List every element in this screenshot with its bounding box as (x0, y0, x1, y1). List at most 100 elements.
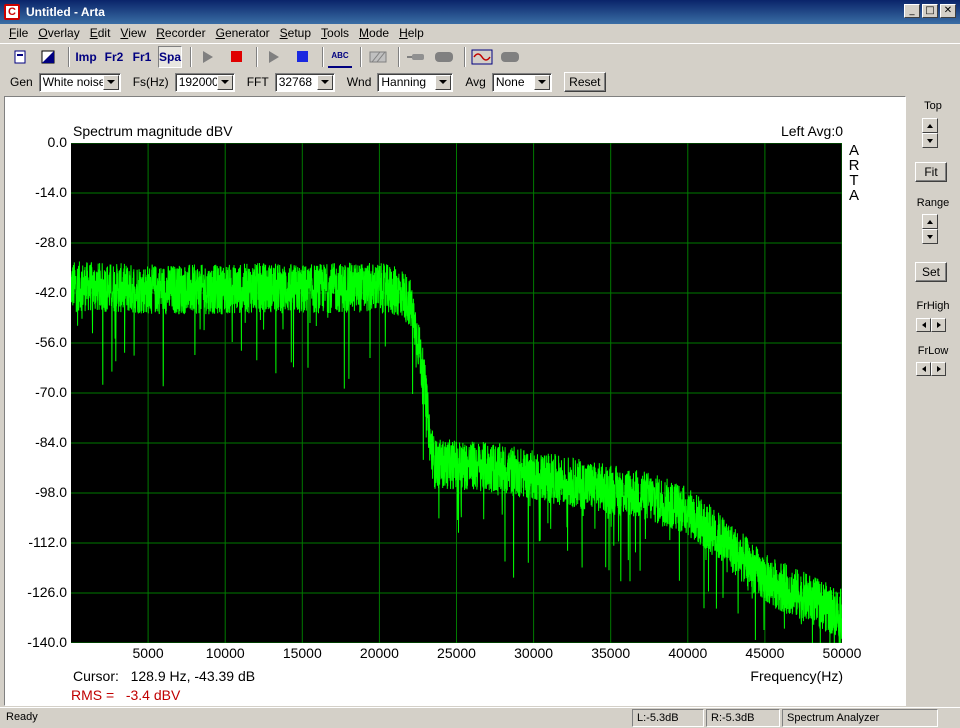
arrow-left-icon[interactable] (916, 318, 931, 332)
arta-letter: R (848, 157, 860, 174)
fft-size-select[interactable]: 32768 (274, 72, 335, 92)
menu-label-rest: ile (16, 26, 29, 40)
fr1-mode-button[interactable]: Fr1 (130, 46, 154, 68)
toolbar-separator (322, 46, 325, 67)
x-tick-label: 30000 (514, 645, 554, 661)
window-function-select[interactable]: Hanning (377, 72, 454, 92)
top-spinner[interactable] (922, 118, 938, 148)
chevron-down-icon[interactable] (316, 74, 333, 90)
y-tick-label: -84.0 (35, 434, 67, 450)
menu-accelerator: R (156, 26, 165, 40)
range-spinner[interactable] (922, 214, 938, 244)
chevron-down-icon[interactable] (102, 74, 119, 90)
x-tick-label: 35000 (591, 645, 631, 661)
close-icon[interactable]: ✕ (940, 4, 956, 18)
menu-label-rest: elp (407, 26, 424, 40)
generator-select[interactable]: White noise (38, 72, 121, 92)
x-tick-label: 15000 (282, 645, 322, 661)
averaging-value: None (495, 75, 525, 89)
generator-value: White noise (42, 75, 103, 89)
menu-item-overlay[interactable]: Overlay (33, 26, 84, 40)
menu-item-edit[interactable]: Edit (85, 26, 116, 40)
spa-mode-button[interactable]: Spa (158, 45, 183, 68)
y-tick-label: 0.0 (47, 134, 67, 150)
record-stop-icon[interactable] (290, 46, 314, 68)
menu-label-rest: enerator (224, 26, 270, 40)
menu-label-rest: iew (128, 26, 147, 40)
wnd-label: Wnd (346, 75, 372, 89)
x-tick-label: 50000 (822, 645, 862, 661)
averaging-select[interactable]: None (491, 72, 552, 92)
menu-accelerator: G (215, 26, 225, 40)
menu-item-help[interactable]: Help (394, 26, 429, 40)
chevron-down-icon[interactable] (216, 74, 233, 90)
chevron-down-icon[interactable] (435, 74, 452, 90)
menu-accelerator: S (279, 26, 288, 40)
y-tick-label: -112.0 (28, 534, 67, 550)
new-file-icon[interactable] (8, 46, 32, 68)
spectrum-plot-svg (70, 142, 843, 644)
sine-wave-icon[interactable] (470, 46, 494, 68)
probe-icon[interactable] (404, 46, 428, 68)
graph-panel: Spectrum magnitude dBV Left Avg:0 ARTA 0… (4, 96, 906, 706)
sample-rate-select[interactable]: 192000 (174, 72, 235, 92)
cursor-readout: Cursor: 128.9 Hz, -43.39 dB (73, 668, 256, 684)
generator-play-icon[interactable] (196, 46, 220, 68)
menu-accelerator: E (89, 26, 98, 40)
menu-item-tools[interactable]: Tools (316, 26, 354, 40)
menu-item-file[interactable]: File (4, 26, 33, 40)
abc-icon[interactable]: ABC (328, 46, 353, 68)
avg-label: Avg (465, 75, 486, 89)
arrow-up-icon[interactable] (922, 214, 938, 229)
gray-button-icon[interactable] (432, 46, 456, 68)
fit-button[interactable]: Fit (915, 162, 947, 182)
menu-label-rest: ools (327, 26, 350, 40)
frlow-spinner[interactable] (916, 362, 946, 376)
menu-item-mode[interactable]: Mode (354, 26, 394, 40)
arrow-down-icon[interactable] (922, 229, 938, 244)
menu-accelerator: O (38, 26, 48, 40)
menu-accelerator: H (399, 26, 408, 40)
frhigh-spinner[interactable] (916, 318, 946, 332)
gray-button-2-icon[interactable] (498, 46, 522, 68)
generator-stop-icon[interactable] (224, 46, 248, 68)
y-tick-label: -126.0 (27, 584, 67, 600)
chevron-down-icon[interactable] (533, 74, 550, 90)
y-tick-label: -70.0 (35, 384, 67, 400)
impulse-mode-button[interactable]: Imp (74, 46, 98, 68)
menu-accelerator: M (359, 26, 370, 40)
overlay-icon[interactable] (36, 46, 60, 68)
reset-button[interactable]: Reset (563, 72, 606, 92)
y-tick-label: -56.0 (35, 334, 67, 350)
menu-item-view[interactable]: View (115, 26, 151, 40)
record-play-icon[interactable] (262, 46, 286, 68)
range-label: Range (916, 197, 950, 209)
toolbar-separator (398, 46, 401, 67)
status-bar: Ready L:-5.3dB R:-5.3dB Spectrum Analyze… (0, 707, 960, 728)
y-tick-label: -98.0 (35, 484, 67, 500)
menu-item-generator[interactable]: Generator (211, 26, 275, 40)
arrow-right-icon[interactable] (931, 318, 946, 332)
channel-info: Left Avg:0 (780, 123, 843, 139)
minimize-icon[interactable]: _ (904, 4, 920, 18)
sample-rate-value: 192000 (178, 75, 217, 89)
arrow-right-icon[interactable] (931, 362, 946, 376)
menu-item-recorder[interactable]: Recorder (151, 26, 210, 40)
side-panel: Top Fit Range Set FrHigh FrLow (910, 96, 956, 706)
menu-item-setup[interactable]: Setup (275, 26, 316, 40)
menu-label-rest: dit (97, 26, 111, 40)
arrow-up-icon[interactable] (922, 118, 938, 133)
arrow-down-icon[interactable] (922, 133, 938, 148)
spectrum-plot[interactable] (70, 142, 843, 644)
gen-label: Gen (10, 75, 33, 89)
status-mode: Spectrum Analyzer (782, 709, 938, 727)
fr2-mode-button[interactable]: Fr2 (102, 46, 126, 68)
set-button[interactable]: Set (915, 262, 947, 282)
x-tick-label: 10000 (205, 645, 245, 661)
app-icon: C (4, 4, 20, 20)
menu-label-rest: verlay (47, 26, 80, 40)
frlow-label: FrLow (917, 345, 949, 357)
hatch-icon[interactable] (366, 46, 390, 68)
maximize-icon[interactable]: □ (922, 4, 938, 18)
arrow-left-icon[interactable] (916, 362, 931, 376)
